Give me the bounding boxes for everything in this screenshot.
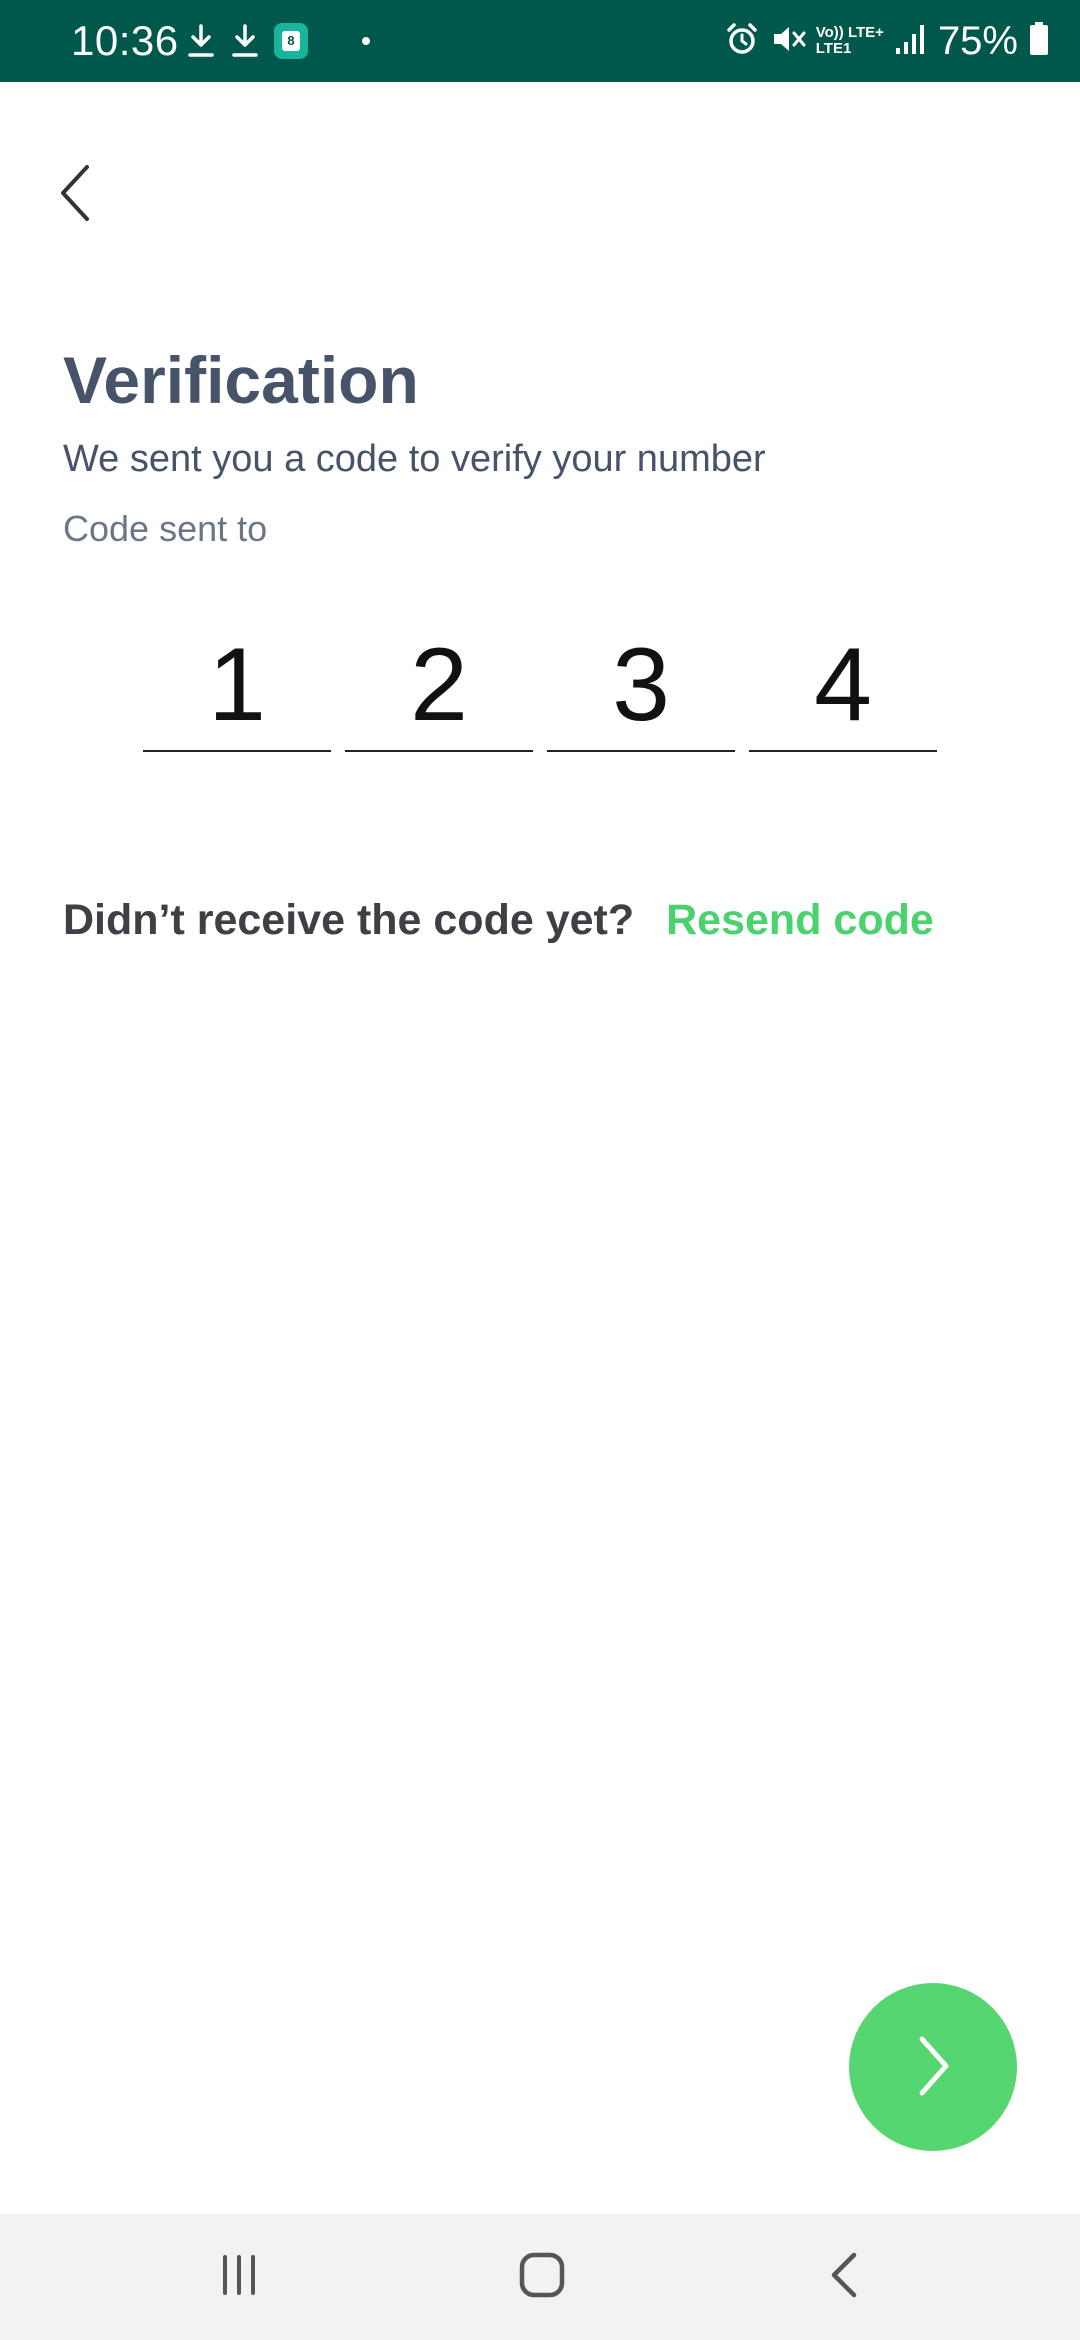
- volte-lte-icon: Vo)) LTE+ LTE1: [816, 25, 884, 57]
- otp-digit-1[interactable]: [143, 620, 331, 752]
- alarm-icon: [724, 21, 760, 62]
- otp-input-group: [143, 620, 937, 752]
- system-back-button[interactable]: [784, 2214, 904, 2340]
- lte-label: LTE1: [815, 40, 852, 57]
- status-time: 10:36: [71, 17, 179, 64]
- system-nav-bar: [0, 2214, 1080, 2340]
- next-button[interactable]: [849, 1983, 1017, 2151]
- calendar-app-icon: 8: [274, 23, 308, 59]
- home-button[interactable]: [482, 2214, 602, 2340]
- download-icon: [230, 23, 260, 59]
- download-icon: [186, 23, 216, 59]
- recents-button[interactable]: [179, 2214, 299, 2340]
- battery-percent: 75%: [937, 19, 1018, 63]
- subtitle: We sent you a code to verify your number: [63, 438, 766, 480]
- otp-digit-4[interactable]: [749, 620, 937, 752]
- system-status-icons: Vo)) LTE+ LTE1 75%: [724, 14, 1050, 68]
- resend-question: Didn’t receive the code yet?: [63, 896, 635, 944]
- volte-label: Vo)) LTE+: [815, 24, 884, 41]
- chevron-left-icon: [55, 163, 95, 228]
- otp-digit-2[interactable]: [345, 620, 533, 752]
- resend-row: Didn’t receive the code yet? Resend code: [63, 890, 934, 950]
- page-title: Verification: [63, 343, 419, 417]
- back-button[interactable]: [40, 160, 110, 230]
- recents-icon: [217, 2253, 261, 2302]
- otp-digit-3[interactable]: [547, 620, 735, 752]
- dot-icon: [362, 37, 370, 45]
- verification-screen: 10:36 8 Vo)) LTE+ LTE1 75% Verification …: [0, 0, 1080, 2340]
- home-icon: [517, 2250, 567, 2305]
- status-bar: 10:36 8 Vo)) LTE+ LTE1 75%: [0, 0, 1080, 82]
- mute-icon: [770, 21, 806, 62]
- back-icon: [824, 2250, 864, 2305]
- chevron-right-icon: [908, 2031, 958, 2104]
- resend-code-link[interactable]: Resend code: [666, 890, 934, 950]
- notification-icons: 8: [186, 20, 370, 62]
- code-sent-to-label: Code sent to: [63, 508, 268, 549]
- battery-icon: [1028, 21, 1050, 62]
- signal-icon: [894, 22, 928, 61]
